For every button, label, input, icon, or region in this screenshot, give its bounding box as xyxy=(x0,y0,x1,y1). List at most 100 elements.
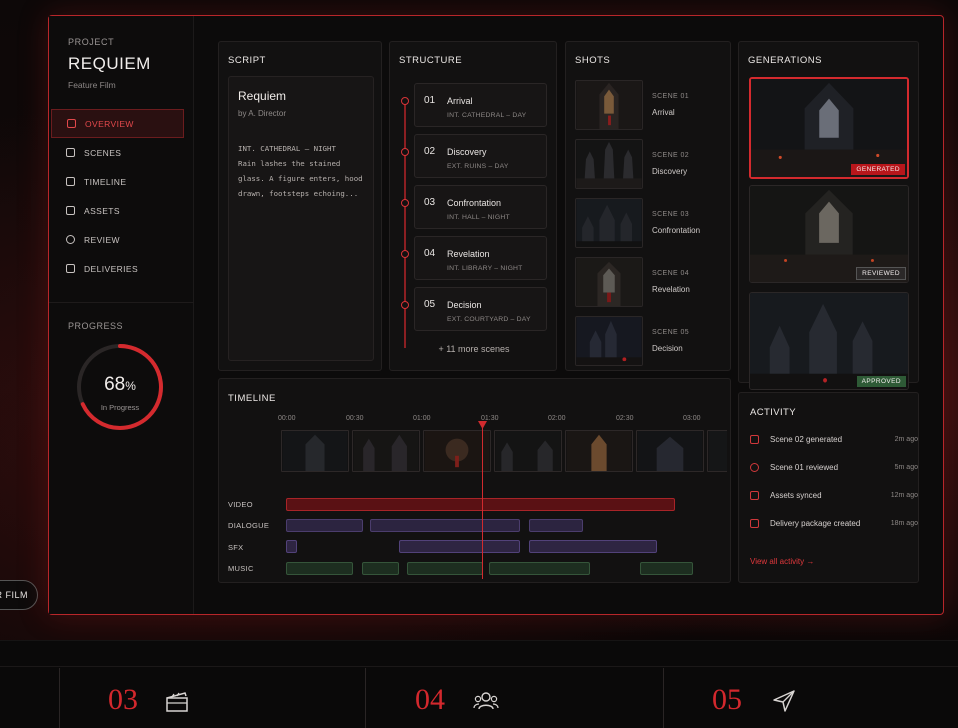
sidebar-item-review[interactable]: REVIEW xyxy=(51,225,184,254)
activity-panel: ACTIVITY Scene 02 generated 2m ago Scene… xyxy=(738,392,919,583)
clapperboard-icon xyxy=(166,692,188,712)
view-all-activity-link[interactable]: View all activity → xyxy=(750,557,814,566)
step-number-05: 05 xyxy=(712,683,742,716)
cathedral-image xyxy=(576,81,642,129)
shot-item-04[interactable]: SCENE 04 Revelation xyxy=(575,257,725,309)
users-icon xyxy=(473,692,499,710)
scene-location: INT. LIBRARY – NIGHT xyxy=(447,265,523,272)
shot-thumbnail xyxy=(575,198,643,248)
bottom-separator xyxy=(365,668,366,728)
film-frame xyxy=(565,430,633,472)
status-badge: APPROVED xyxy=(856,376,906,387)
scene-card-02[interactable]: 02 Discovery EXT. RUINS – DAY xyxy=(414,134,547,178)
dialogue-clip[interactable] xyxy=(529,519,583,532)
sidebar-item-timeline[interactable]: TIMELINE xyxy=(51,167,184,196)
dialogue-clip[interactable] xyxy=(370,519,520,532)
bottom-separator xyxy=(663,668,664,728)
scene-name: Revelation xyxy=(447,249,490,259)
timeline-tick: 01:30 xyxy=(481,415,499,422)
script-body: INT. CATHEDRAL – NIGHT Rain lashes the s… xyxy=(238,144,363,198)
shot-scene-label: SCENE 05 xyxy=(652,329,690,336)
film-pill-button[interactable]: R FILM xyxy=(0,580,38,610)
activity-item[interactable]: Assets synced 12m ago xyxy=(750,489,918,505)
track-label-dialogue: DIALOGUE xyxy=(228,521,270,530)
activity-item[interactable]: Scene 01 reviewed 5m ago xyxy=(750,461,918,477)
scene-name: Confrontation xyxy=(447,198,502,208)
scene-name: Arrival xyxy=(447,96,473,106)
sidebar-item-label: SCENES xyxy=(84,147,122,158)
activity-text: Scene 02 generated xyxy=(770,435,843,444)
scene-location: EXT. COURTYARD – DAY xyxy=(447,316,531,323)
shot-item-01[interactable]: SCENE 01 Arrival xyxy=(575,80,725,132)
shot-name: Arrival xyxy=(652,108,675,117)
frame-image xyxy=(495,431,561,471)
library-image xyxy=(576,258,642,306)
generations-heading: GENERATIONS xyxy=(748,55,822,66)
timeline-tick: 00:30 xyxy=(346,415,364,422)
music-clip[interactable] xyxy=(286,562,353,575)
frame-image xyxy=(282,431,348,471)
scene-card-05[interactable]: 05 Decision EXT. COURTYARD – DAY xyxy=(414,287,547,331)
generations-panel: GENERATIONS GENERATED REVIEWED APPROVED xyxy=(738,41,919,390)
frame-image xyxy=(353,431,419,471)
activity-item[interactable]: Scene 02 generated 2m ago xyxy=(750,433,918,449)
track-label-video: VIDEO xyxy=(228,500,253,509)
sfx-clip[interactable] xyxy=(286,540,297,553)
video-clip[interactable] xyxy=(286,498,675,511)
send-icon xyxy=(773,690,795,712)
shot-scene-label: SCENE 04 xyxy=(652,270,690,277)
bottom-feature-strip xyxy=(0,640,958,728)
video-filmstrip[interactable] xyxy=(281,430,727,472)
reviewed-icon xyxy=(750,463,759,472)
film-frame xyxy=(352,430,420,472)
structure-connector xyxy=(404,98,406,348)
activity-item[interactable]: Delivery package created 18m ago xyxy=(750,517,918,533)
approved-castle-image xyxy=(750,293,908,389)
timeline-tick: 00:00 xyxy=(278,415,296,422)
project-label: PROJECT xyxy=(68,37,115,47)
sidebar-item-overview[interactable]: OVERVIEW xyxy=(51,109,184,138)
dialogue-clip[interactable] xyxy=(286,519,363,532)
shot-item-05[interactable]: SCENE 05 Decision xyxy=(575,316,725,368)
scene-card-01[interactable]: 01 Arrival INT. CATHEDRAL – DAY xyxy=(414,83,547,127)
sidebar-divider xyxy=(49,302,194,303)
shot-scene-label: SCENE 03 xyxy=(652,211,690,218)
shots-panel: SHOTS SCENE 01 Arrival SCENE 02 Discover… xyxy=(565,41,731,371)
more-scenes-link[interactable]: + 11 more scenes xyxy=(390,344,558,354)
film-frame xyxy=(281,430,349,472)
music-clip[interactable] xyxy=(362,562,399,575)
generation-card-1[interactable]: GENERATED xyxy=(749,77,909,179)
frame-image xyxy=(637,431,703,471)
scene-card-03[interactable]: 03 Confrontation INT. HALL – NIGHT xyxy=(414,185,547,229)
sidebar-item-deliveries[interactable]: DELIVERIES xyxy=(51,254,184,283)
shot-thumbnail xyxy=(575,316,643,366)
music-clip[interactable] xyxy=(640,562,693,575)
music-clip[interactable] xyxy=(489,562,590,575)
sfx-clip[interactable] xyxy=(529,540,657,553)
scene-card-04[interactable]: 04 Revelation INT. LIBRARY – NIGHT xyxy=(414,236,547,280)
scene-marker xyxy=(401,301,409,309)
shot-name: Revelation xyxy=(652,285,690,294)
scene-name: Discovery xyxy=(447,147,487,157)
shot-item-03[interactable]: SCENE 03 Confrontation xyxy=(575,198,725,250)
shot-name: Confrontation xyxy=(652,226,701,235)
structure-heading: STRUCTURE xyxy=(399,55,463,66)
sync-icon xyxy=(750,491,759,500)
shot-item-02[interactable]: SCENE 02 Discovery xyxy=(575,139,725,191)
sfx-clip[interactable] xyxy=(399,540,520,553)
deliveries-icon xyxy=(66,264,75,273)
step-number-04: 04 xyxy=(415,683,445,716)
status-badge: GENERATED xyxy=(851,164,905,175)
shot-scene-label: SCENE 02 xyxy=(652,152,690,159)
generation-card-3[interactable]: APPROVED xyxy=(749,292,909,390)
shot-thumbnail xyxy=(575,257,643,307)
script-card[interactable]: Requiem by A. Director INT. CATHEDRAL – … xyxy=(228,76,374,361)
generation-card-2[interactable]: REVIEWED xyxy=(749,185,909,283)
sidebar-item-assets[interactable]: ASSETS xyxy=(51,196,184,225)
playhead[interactable] xyxy=(482,426,483,579)
shot-thumbnail xyxy=(575,80,643,130)
sidebar-item-scenes[interactable]: SCENES xyxy=(51,138,184,167)
music-clip[interactable] xyxy=(407,562,483,575)
scene-location: INT. HALL – NIGHT xyxy=(447,214,510,221)
step-number-03: 03 xyxy=(108,683,138,716)
